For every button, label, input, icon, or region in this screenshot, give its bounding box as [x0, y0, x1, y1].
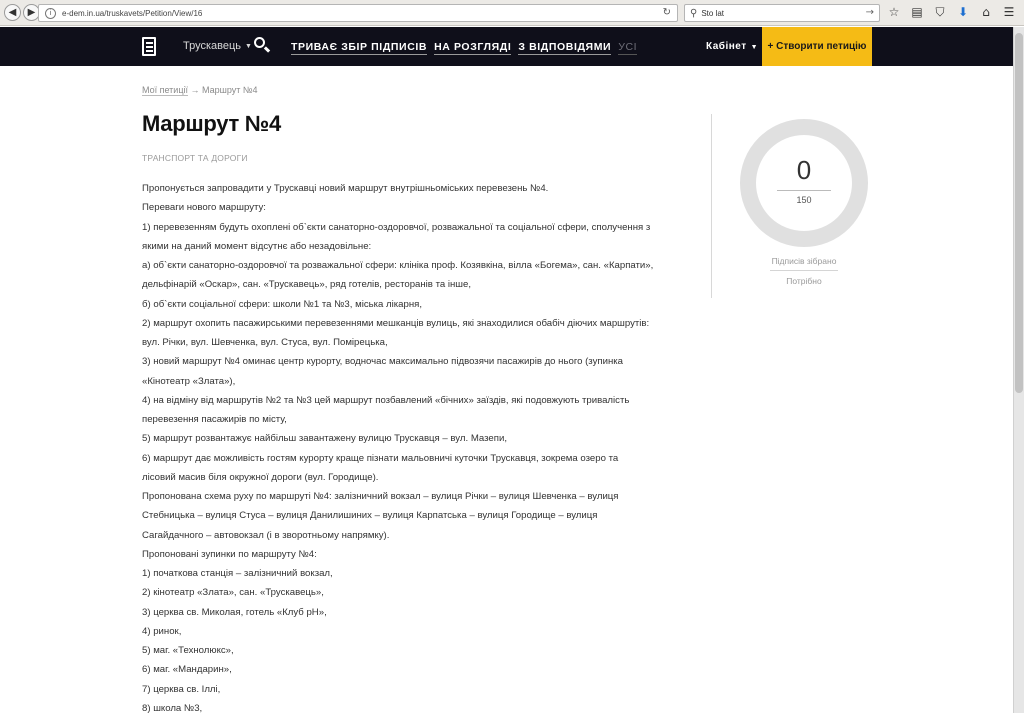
nav-all[interactable]: УСІ: [618, 41, 638, 55]
signature-goal: 150: [796, 195, 812, 205]
caret-down-icon: ▼: [750, 44, 759, 51]
logo-icon[interactable]: [142, 37, 156, 56]
breadcrumb: Мої петиції → Маршрут №4: [142, 85, 258, 96]
body-line: 6) маршрут дає можливість гостям курорту…: [142, 452, 619, 464]
header-search-icon[interactable]: [253, 36, 271, 54]
body-line: 5) маршрут розвантажує найбільш завантаж…: [142, 433, 507, 445]
browser-toolbar: ◀ ▶ i e-dem.in.ua/truskavets/Petition/Vi…: [0, 0, 1024, 26]
body-line: 7) церква св. Іллі,: [142, 683, 221, 695]
search-icon: ⚲: [690, 7, 698, 19]
home-icon[interactable]: ⌂: [979, 4, 993, 20]
body-line: Стебницька – вулиця Стуса – вулиця Данил…: [142, 510, 598, 522]
download-icon[interactable]: ⬇: [956, 4, 970, 20]
nav-under-review[interactable]: НА РОЗГЛЯДІ: [434, 41, 512, 55]
body-line: Пропонована схема руху по маршруті №4: з…: [142, 491, 619, 502]
back-icon[interactable]: ◀: [4, 4, 21, 21]
scrollbar-thumb[interactable]: [1015, 33, 1023, 393]
info-icon[interactable]: i: [45, 7, 56, 19]
nav-collecting[interactable]: ТРИВАЄ ЗБІР ПІДПИСІВ: [291, 41, 428, 55]
bookmark-star-icon[interactable]: ☆: [887, 4, 901, 20]
nav-answered[interactable]: З ВІДПОВІДЯМИ: [518, 41, 612, 55]
search-go-icon[interactable]: →: [866, 7, 874, 18]
caret-down-icon: ▼: [245, 42, 252, 50]
cabinet-menu[interactable]: Кабінет ▼: [706, 41, 758, 52]
body-line: а) об`єкти санаторно-оздоровчої та розва…: [142, 260, 654, 271]
page-title: Маршрут №4: [142, 111, 281, 136]
body-line: 3) новий маршрут №4 оминає центр курорту…: [142, 356, 623, 368]
body-line: Пропонується запровадити у Трускавці нов…: [142, 183, 549, 194]
body-line: 3) церква св. Миколая, готель «Клуб рН»,: [142, 606, 327, 618]
body-line: 6) маг. «Мандарин»,: [142, 664, 232, 676]
petition-body: Пропонується запровадити у Трускавці нов…: [142, 179, 698, 713]
body-line: якими на даний момент відсутнє або незад…: [142, 240, 372, 252]
address-bar[interactable]: i e-dem.in.ua/truskavets/Petition/View/1…: [38, 4, 678, 22]
browser-search-value[interactable]: Sto lat: [701, 9, 724, 18]
site-header: Трускавець ▼ ТРИВАЄ ЗБІР ПІДПИСІВ НА РОЗГ…: [0, 27, 1013, 66]
pocket-icon[interactable]: ⛉: [933, 4, 947, 20]
reading-list-icon[interactable]: ▤: [910, 4, 924, 20]
body-line: лісовий масив біля окружної дороги (вул.…: [142, 471, 379, 483]
body-line: 2) маршрут охопить пасажирськими перевез…: [142, 317, 650, 329]
main-nav: ТРИВАЄ ЗБІР ПІДПИСІВ НА РОЗГЛЯДІ З ВІДПО…: [291, 41, 638, 55]
city-label: Трускавець: [183, 40, 242, 52]
body-line: 1) перевезенням будуть охоплені об`єкти …: [142, 221, 651, 233]
cabinet-label: Кабінет: [706, 41, 747, 52]
body-line: Переваги нового маршруту:: [142, 202, 266, 214]
body-line: 1) початкова станція – залізничний вокза…: [142, 568, 333, 579]
body-line: перевезення пасажирів по місту,: [142, 414, 287, 425]
body-line: дельфінарій «Оскар», сан. «Трускавець», …: [142, 279, 471, 291]
body-line: 8) школа №3,: [142, 702, 203, 713]
city-selector[interactable]: Трускавець ▼: [183, 40, 252, 52]
url-text[interactable]: e-dem.in.ua/truskavets/Petition/View/16: [62, 9, 202, 18]
body-line: вул. Річки, вул. Шевченка, вул. Стуса, в…: [142, 337, 388, 348]
menu-icon[interactable]: ☰: [1002, 4, 1016, 20]
body-line: 4) ринок,: [142, 625, 182, 637]
body-line: Пропоновані зупинки по маршруту №4:: [142, 548, 317, 560]
reload-icon[interactable]: ↻: [663, 7, 671, 18]
label-divider: [770, 270, 838, 271]
sidebar-divider: [711, 114, 712, 298]
signature-progress-ring: 0 150: [740, 119, 868, 247]
breadcrumb-current: Маршрут №4: [202, 85, 258, 95]
count-divider: [777, 190, 831, 191]
create-petition-button[interactable]: + Створити петицію: [762, 27, 872, 66]
arrow-right-icon: →: [190, 85, 200, 95]
signature-count: 0: [796, 155, 812, 185]
signatures-collected-label: Підписів зібрано: [771, 256, 837, 266]
browser-search-input[interactable]: ⚲ Sto lat →: [684, 4, 880, 22]
body-line: Сагайдачного – автовокзал (і в зворотньо…: [142, 529, 390, 541]
body-line: «Кінотеатр «Злата»),: [142, 375, 236, 387]
body-line: б) об`єкти соціальної сфери: школи №1 та…: [142, 298, 422, 310]
breadcrumb-my-petitions[interactable]: Мої петиції: [142, 85, 188, 96]
petition-category[interactable]: ТРАНСПОРТ ТА ДОРОГИ: [142, 153, 248, 163]
page-scrollbar[interactable]: [1013, 27, 1024, 713]
body-line: 5) маг. «Технолюкс»,: [142, 645, 234, 656]
body-line: 4) на відміну від маршрутів №2 та №3 цей…: [142, 394, 630, 406]
body-line: 2) кінотеатр «Злата», сан. «Трускавець»,: [142, 587, 324, 599]
signatures-needed-label: Потрібно: [786, 276, 822, 286]
